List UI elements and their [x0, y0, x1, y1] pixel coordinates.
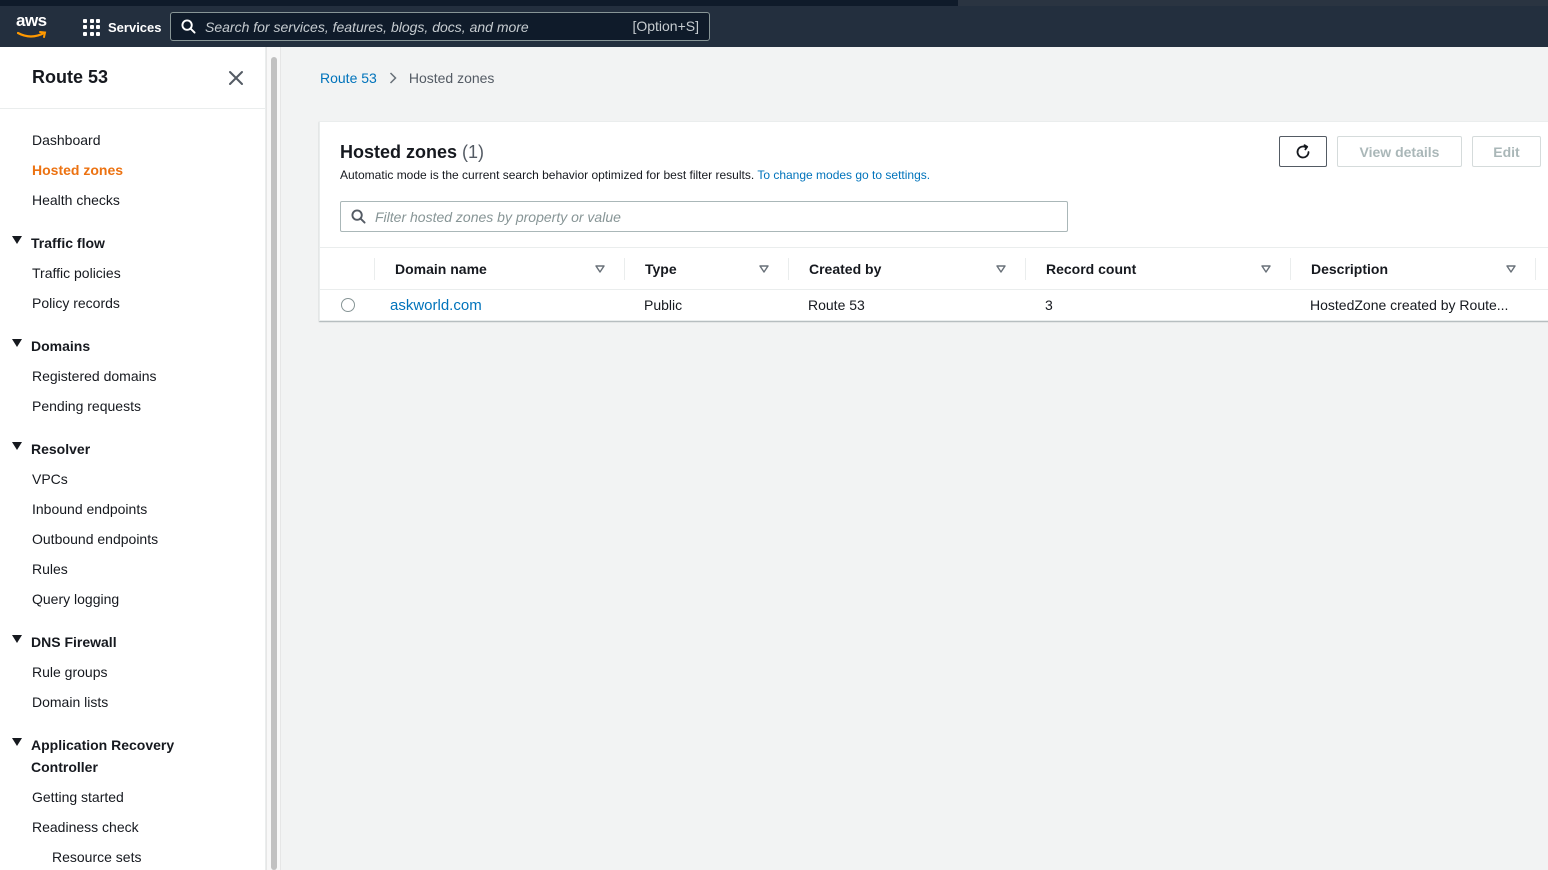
view-details-button[interactable]: View details: [1337, 136, 1462, 167]
sidebar-item-outbound-endpoints[interactable]: Outbound endpoints: [32, 531, 158, 547]
sort-icon: [759, 265, 769, 273]
sidebar-section-label: Application Recovery Controller: [31, 737, 175, 775]
caret-down-icon: [12, 738, 22, 746]
services-label: Services: [108, 19, 162, 35]
sort-icon: [996, 265, 1006, 273]
cell-type: Public: [644, 297, 683, 313]
aws-logo[interactable]: aws: [16, 12, 52, 42]
refresh-icon: [1296, 143, 1310, 158]
sidebar-section-resolver[interactable]: Resolver: [12, 438, 191, 460]
column-header-label: Description: [1311, 261, 1389, 277]
sort-icon: [595, 265, 605, 273]
sidebar-item-dashboard[interactable]: Dashboard: [32, 132, 101, 148]
domain-name-link[interactable]: askworld.com: [390, 297, 482, 314]
sidebar-item-resource-sets[interactable]: Resource sets: [52, 849, 141, 865]
column-header-domain-name[interactable]: Domain name: [395, 248, 625, 290]
sidebar-item-query-logging[interactable]: Query logging: [32, 591, 119, 607]
sidebar-section-dns-firewall[interactable]: DNS Firewall: [12, 631, 191, 653]
sidebar-item-health-checks[interactable]: Health checks: [32, 192, 120, 208]
sidebar-item-rules[interactable]: Rules: [32, 561, 68, 577]
column-header-label: Created by: [809, 261, 882, 277]
filter-box[interactable]: [340, 201, 1068, 232]
browser-strip: [958, 0, 1548, 6]
sidebar-item-getting-started[interactable]: Getting started: [32, 789, 124, 805]
sidebar-item-vpcs[interactable]: VPCs: [32, 471, 68, 487]
breadcrumb-route53-link[interactable]: Route 53: [320, 70, 377, 86]
sidebar-item-hosted-zones[interactable]: Hosted zones: [32, 162, 123, 178]
change-mode-settings-link[interactable]: To change modes go to settings.: [757, 168, 930, 182]
aws-logo-text: aws: [16, 11, 47, 30]
panel-title: Hosted zones (1): [340, 142, 484, 163]
column-header-label: Type: [645, 261, 677, 277]
services-grid-icon: [83, 18, 100, 36]
sidebar-item-readiness-check[interactable]: Readiness check: [32, 819, 139, 835]
sidebar-section-application-recovery-controller[interactable]: Application Recovery Controller: [12, 734, 191, 778]
column-divider: [1025, 258, 1026, 280]
sort-icon: [1261, 265, 1271, 273]
sidebar-title[interactable]: Route 53: [32, 67, 108, 88]
column-divider: [624, 258, 625, 280]
column-header-created-by[interactable]: Created by: [809, 248, 1019, 290]
column-divider: [1290, 258, 1291, 280]
sidebar-item-pending-requests[interactable]: Pending requests: [32, 398, 141, 414]
filter-hosted-zones-input[interactable]: [375, 207, 1055, 227]
column-header-label: Domain name: [395, 261, 487, 277]
sidebar-divider: [0, 108, 265, 109]
column-header-record-count[interactable]: Record count: [1046, 248, 1286, 290]
top-navigation-bar: aws Services [Option+S]: [0, 0, 1548, 47]
sidebar-section-label: Traffic flow: [31, 235, 105, 251]
global-search-box[interactable]: [Option+S]: [170, 12, 710, 41]
row-select-radio[interactable]: [341, 298, 355, 312]
sort-icon: [1506, 265, 1516, 273]
sidebar-section-traffic-flow[interactable]: Traffic flow: [12, 232, 191, 254]
sidebar-item-inbound-endpoints[interactable]: Inbound endpoints: [32, 501, 147, 517]
breadcrumb-current: Hosted zones: [408, 70, 495, 86]
sidebar-item-rule-groups[interactable]: Rule groups: [32, 664, 108, 680]
sidebar-item-domain-lists[interactable]: Domain lists: [32, 694, 108, 710]
search-icon: [351, 209, 366, 224]
sidebar-item-registered-domains[interactable]: Registered domains: [32, 368, 157, 384]
edit-button[interactable]: Edit: [1472, 136, 1541, 167]
side-navigation: Route 53 Dashboard Hosted zones Health c…: [0, 47, 266, 870]
hosted-zones-panel: Hosted zones (1) Automatic mode is the c…: [319, 121, 1548, 321]
caret-down-icon: [12, 635, 22, 643]
refresh-button[interactable]: [1279, 136, 1327, 167]
scrollbar-thumb[interactable]: [271, 57, 277, 870]
aws-smile-icon: [17, 31, 47, 38]
cell-created-by: Route 53: [808, 297, 865, 313]
panel-description: Automatic mode is the current search beh…: [340, 168, 930, 182]
sidebar-item-traffic-policies[interactable]: Traffic policies: [32, 265, 121, 281]
table-row[interactable]: askworld.com Public Route 53 3 HostedZon…: [320, 290, 1548, 321]
column-header-description[interactable]: Description: [1311, 248, 1521, 290]
sidebar-section-domains[interactable]: Domains: [12, 335, 191, 357]
hosted-zones-count: (1): [462, 142, 485, 162]
cell-description: HostedZone created by Route...: [1310, 297, 1509, 313]
column-header-type[interactable]: Type: [645, 248, 785, 290]
search-shortcut-hint: [Option+S]: [632, 18, 699, 34]
column-divider: [788, 258, 789, 280]
caret-down-icon: [12, 339, 22, 347]
sidebar-section-label: Domains: [31, 338, 91, 354]
caret-down-icon: [12, 442, 22, 450]
sidebar-section-label: Resolver: [31, 441, 91, 457]
close-icon[interactable]: [228, 70, 244, 86]
caret-down-icon: [12, 236, 22, 244]
chevron-right-icon: [389, 72, 397, 84]
sidebar-section-label: DNS Firewall: [31, 634, 117, 650]
panel-title-text: Hosted zones: [340, 142, 458, 162]
column-divider: [1535, 258, 1536, 280]
search-mode-description: Automatic mode is the current search beh…: [340, 168, 755, 182]
column-divider: [374, 258, 375, 280]
table-header: Domain name Type Created by Record count…: [320, 247, 1548, 290]
sidebar-scrollbar[interactable]: [266, 47, 281, 870]
search-icon: [181, 19, 196, 34]
services-menu-button[interactable]: Services: [83, 17, 162, 37]
breadcrumb: Route 53 Hosted zones: [320, 70, 494, 86]
column-header-label: Record count: [1046, 261, 1137, 277]
cell-record-count: 3: [1045, 297, 1053, 313]
sidebar-item-policy-records[interactable]: Policy records: [32, 295, 120, 311]
global-search-input[interactable]: [205, 17, 625, 37]
